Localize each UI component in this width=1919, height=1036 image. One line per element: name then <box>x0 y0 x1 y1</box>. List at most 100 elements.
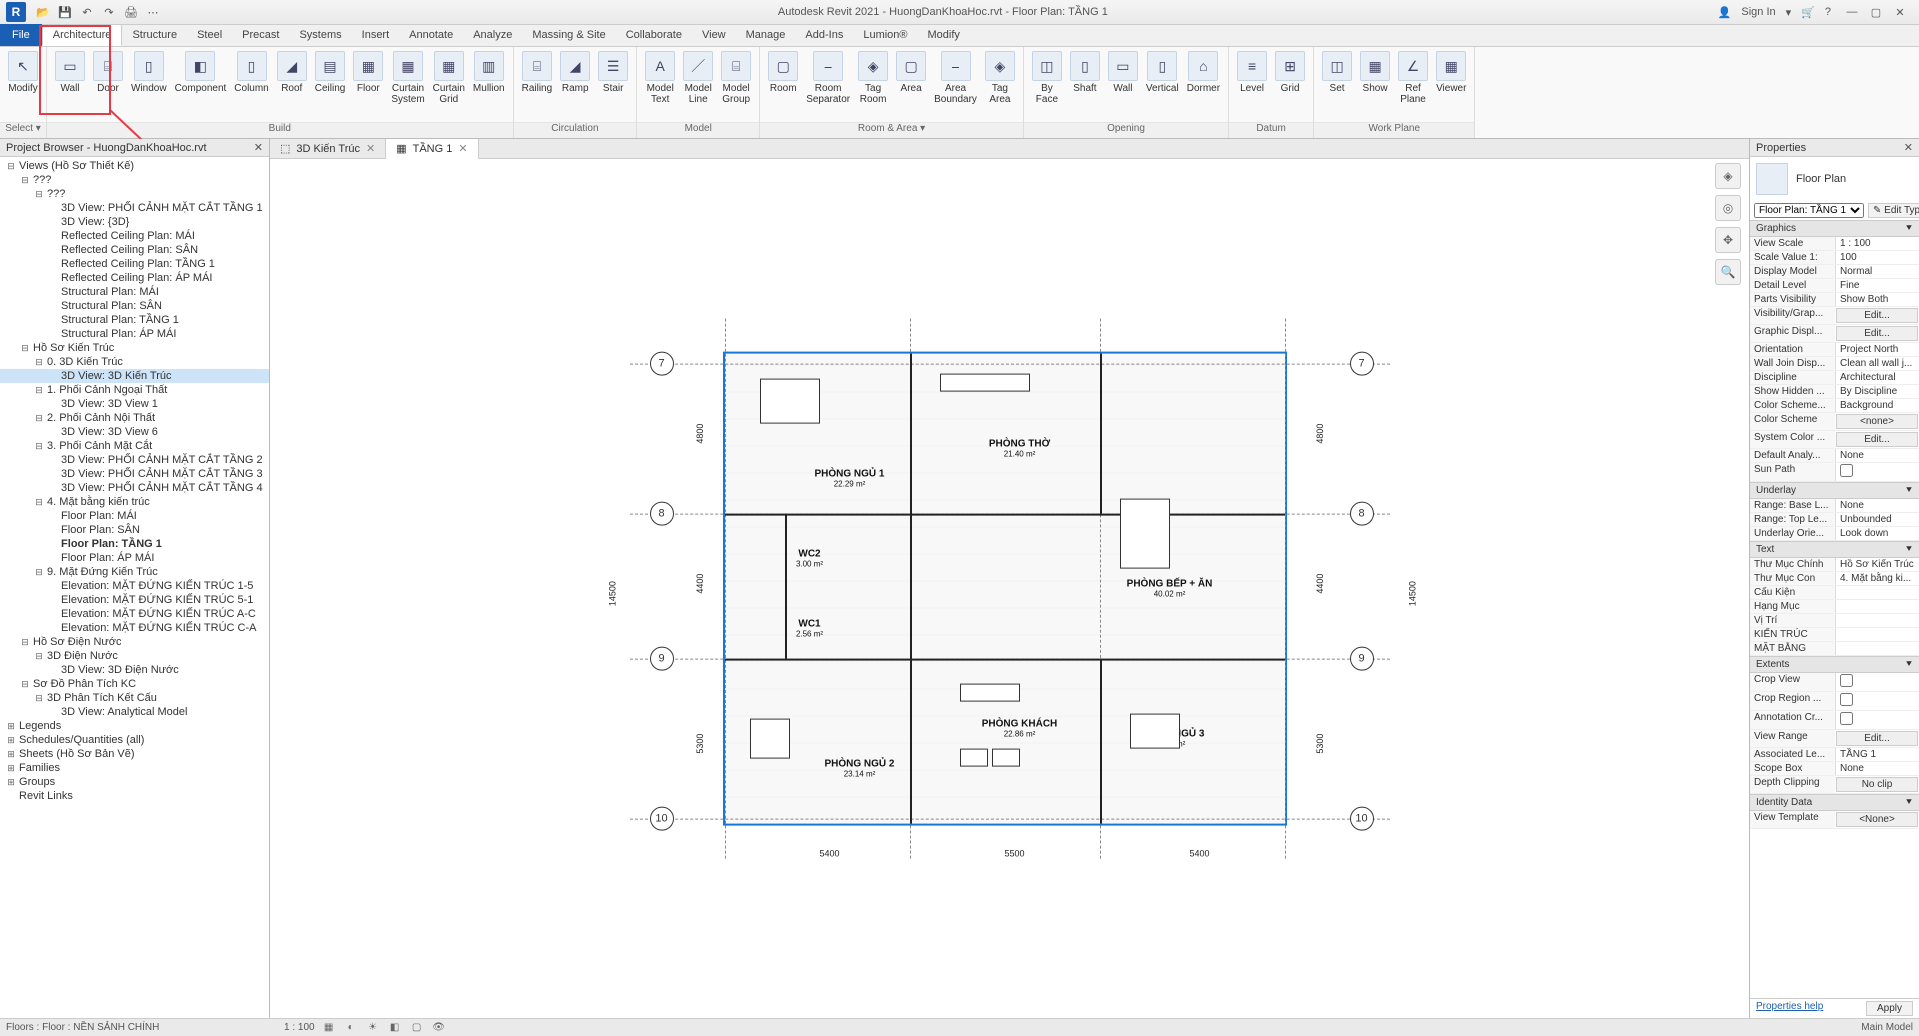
ribbon-tab-view[interactable]: View <box>692 24 736 46</box>
tree-node[interactable]: Elevation: MẶT ĐỨNG KIẾN TRÚC 5-1 <box>0 593 269 607</box>
property-value[interactable]: Edit... <box>1836 326 1918 341</box>
tree-node[interactable]: ⊞ Schedules/Quantities (all) <box>0 733 269 747</box>
property-checkbox[interactable] <box>1840 674 1853 687</box>
ribbon-by-button[interactable]: ◫By Face <box>1028 49 1066 107</box>
qat-redo-icon[interactable]: ↷ <box>100 3 118 21</box>
instance-selector[interactable]: Floor Plan: TẦNG 1 <box>1754 203 1864 218</box>
tree-node[interactable]: 3D View: {3D} <box>0 215 269 229</box>
expand-toggle-icon[interactable]: ⊟ <box>34 189 44 200</box>
ribbon-floor-button[interactable]: ▦Floor <box>349 49 387 96</box>
property-value[interactable]: Show Both <box>1835 293 1919 306</box>
view-tab[interactable]: ⬚3D Kiến Trúc✕ <box>270 139 386 159</box>
apply-button[interactable]: Apply <box>1866 1001 1913 1016</box>
expand-toggle-icon[interactable]: ⊞ <box>6 735 16 746</box>
ribbon-roof-button[interactable]: ◢Roof <box>273 49 311 96</box>
property-value[interactable] <box>1835 614 1919 627</box>
property-value[interactable]: No clip <box>1836 777 1918 792</box>
ribbon-grid-button[interactable]: ⊞Grid <box>1271 49 1309 96</box>
property-value[interactable]: Fine <box>1835 279 1919 292</box>
tree-node[interactable]: ⊟ Views (Hồ Sơ Thiết Kế) <box>0 159 269 173</box>
properties-list[interactable]: Graphics⯆View Scale1 : 100Scale Value 1:… <box>1750 220 1919 998</box>
maximize-button[interactable]: ▢ <box>1865 3 1887 21</box>
expand-toggle-icon[interactable]: ⊟ <box>20 637 30 648</box>
ribbon-tab-annotate[interactable]: Annotate <box>399 24 463 46</box>
navigation-bar[interactable]: ◈ ◎ ✥ 🔍 <box>1715 163 1745 285</box>
tree-node[interactable]: ⊟ 3. Phối Cảnh Mặt Cắt <box>0 439 269 453</box>
property-checkbox[interactable] <box>1840 693 1853 706</box>
tree-node[interactable]: ⊟ 0. 3D Kiến Trúc <box>0 355 269 369</box>
tree-node[interactable]: 3D View: 3D View 6 <box>0 425 269 439</box>
ribbon-vertical-button[interactable]: ▯Vertical <box>1142 49 1183 96</box>
property-value[interactable]: <none> <box>1836 414 1918 429</box>
ribbon-model-button[interactable]: ／Model Line <box>679 49 717 107</box>
steering-wheel-icon[interactable]: ◎ <box>1715 195 1741 221</box>
ribbon-model-button[interactable]: ⌸Model Group <box>717 49 755 107</box>
tree-node[interactable]: ⊞ Sheets (Hồ Sơ Bản Vẽ) <box>0 747 269 761</box>
tree-node[interactable]: Floor Plan: ÁP MÁI <box>0 551 269 565</box>
tree-node[interactable]: ⊟ 9. Mặt Đứng Kiến Trúc <box>0 565 269 579</box>
property-value[interactable]: Clean all wall j... <box>1835 357 1919 370</box>
crop-icon[interactable]: ▢ <box>409 1020 425 1034</box>
property-value[interactable]: Edit... <box>1836 308 1918 323</box>
property-value[interactable] <box>1835 628 1919 641</box>
expand-toggle-icon[interactable]: ⊟ <box>34 441 44 452</box>
property-value[interactable]: Architectural <box>1835 371 1919 384</box>
tree-node[interactable]: ⊟ 4. Mặt bằng kiến trúc <box>0 495 269 509</box>
edit-type-button[interactable]: ✎ Edit Type <box>1868 203 1919 218</box>
expand-toggle-icon[interactable]: ⊟ <box>34 413 44 424</box>
property-section-header[interactable]: Text⯆ <box>1750 541 1919 558</box>
tree-node[interactable]: ⊟ Hồ Sơ Điện Nước <box>0 635 269 649</box>
ribbon-mullion-button[interactable]: ▥Mullion <box>469 49 509 96</box>
qat-open-icon[interactable]: 📂 <box>34 3 52 21</box>
property-value[interactable] <box>1835 463 1919 481</box>
expand-toggle-icon[interactable]: ⊟ <box>6 161 16 172</box>
property-value[interactable]: <None> <box>1836 812 1918 827</box>
visual-style-icon[interactable]: ◐ <box>343 1020 359 1034</box>
tree-node[interactable]: Structural Plan: ÁP MÁI <box>0 327 269 341</box>
tree-node[interactable]: 3D View: 3D Điện Nước <box>0 663 269 677</box>
tree-node[interactable]: Floor Plan: SÂN <box>0 523 269 537</box>
property-section-header[interactable]: Underlay⯆ <box>1750 482 1919 499</box>
ribbon-column-button[interactable]: ▯Column <box>230 49 272 96</box>
tree-node[interactable]: Elevation: MẶT ĐỨNG KIẾN TRÚC 1-5 <box>0 579 269 593</box>
property-section-header[interactable]: Identity Data⯆ <box>1750 794 1919 811</box>
tree-node[interactable]: ⊟ 1. Phối Cảnh Ngoại Thất <box>0 383 269 397</box>
ribbon-level-button[interactable]: ≡Level <box>1233 49 1271 96</box>
ribbon-door-button[interactable]: ⌸Door <box>89 49 127 96</box>
expand-toggle-icon[interactable]: ⊟ <box>34 357 44 368</box>
pan-icon[interactable]: ✥ <box>1715 227 1741 253</box>
tree-node[interactable]: ⊟ 3D Điện Nước <box>0 649 269 663</box>
expand-toggle-icon[interactable]: ⊟ <box>34 497 44 508</box>
ribbon-viewer-button[interactable]: ▦Viewer <box>1432 49 1470 96</box>
property-value[interactable]: TẦNG 1 <box>1835 748 1919 761</box>
expand-toggle-icon[interactable]: ⊟ <box>34 385 44 396</box>
search-icon[interactable]: 👤 <box>1718 6 1732 19</box>
tree-node[interactable]: 3D View: PHỐI CẢNH MẶT CẮT TẦNG 4 <box>0 481 269 495</box>
ribbon-tab-addins[interactable]: Add-Ins <box>795 24 853 46</box>
tree-node[interactable]: Floor Plan: MÁI <box>0 509 269 523</box>
tree-node[interactable]: 3D View: PHỐI CẢNH MẶT CẮT TẦNG 1 <box>0 201 269 215</box>
expand-toggle-icon[interactable]: ⊟ <box>20 679 30 690</box>
tree-node[interactable]: Reflected Ceiling Plan: TẦNG 1 <box>0 257 269 271</box>
qat-btn[interactable]: ⋯ <box>144 3 162 21</box>
ribbon-tab-insert[interactable]: Insert <box>352 24 400 46</box>
property-value[interactable] <box>1835 711 1919 729</box>
expand-toggle-icon[interactable]: ⊞ <box>6 749 16 760</box>
view-tab[interactable]: ▦TẦNG 1✕ <box>386 139 478 159</box>
ribbon-tab-manage[interactable]: Manage <box>736 24 796 46</box>
hide-icon[interactable]: 👁 <box>431 1020 447 1034</box>
tree-node[interactable]: ⊟ Hồ Sơ Kiến Trúc <box>0 341 269 355</box>
shadows-icon[interactable]: ◧ <box>387 1020 403 1034</box>
view-control-bar[interactable]: 1 : 100 ▦ ◐ ☀ ◧ ▢ 👁 <box>284 1018 447 1036</box>
ribbon-ceiling-button[interactable]: ▤Ceiling <box>311 49 350 96</box>
tree-node[interactable]: ⊟ ??? <box>0 187 269 201</box>
ribbon-tab-steel[interactable]: Steel <box>187 24 232 46</box>
tree-node[interactable]: Reflected Ceiling Plan: SÂN <box>0 243 269 257</box>
property-value[interactable] <box>1835 692 1919 710</box>
tree-node[interactable]: ⊞ Legends <box>0 719 269 733</box>
expand-toggle-icon[interactable]: ⊟ <box>34 567 44 578</box>
tree-node[interactable]: Structural Plan: TẦNG 1 <box>0 313 269 327</box>
ribbon-tab-architecture[interactable]: Architecture <box>42 24 123 46</box>
expand-toggle-icon[interactable]: ⊟ <box>34 651 44 662</box>
close-button[interactable]: ✕ <box>1889 3 1911 21</box>
